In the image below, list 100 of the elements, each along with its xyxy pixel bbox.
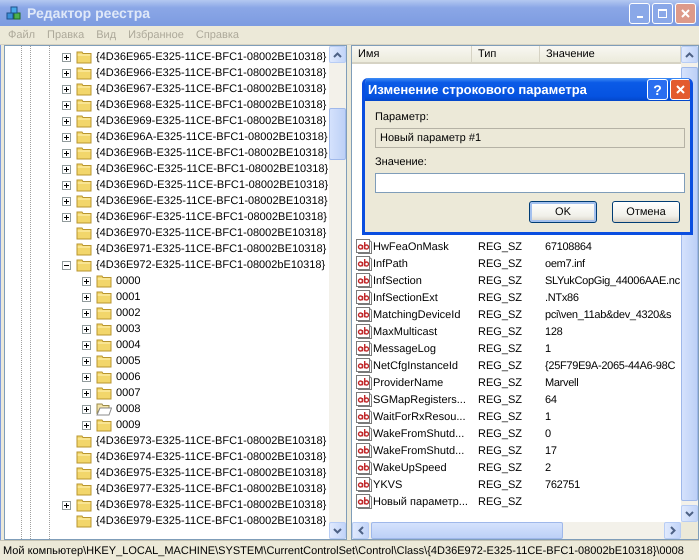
- expander-icon[interactable]: [62, 100, 70, 110]
- help-button[interactable]: ?: [647, 79, 668, 100]
- tree-item[interactable]: {4D36E975-E325-11CE-BFC1-08002BE10318}: [95, 467, 328, 479]
- column-header[interactable]: Имя: [352, 46, 472, 62]
- close-icon: [680, 8, 691, 18]
- tree-item[interactable]: {4D36E972-E325-11CE-BFC1-08002bE10318}: [95, 259, 326, 271]
- expander-icon[interactable]: [62, 196, 70, 206]
- expander-icon[interactable]: [62, 500, 70, 510]
- value-name: WaitForRxResou...: [373, 410, 466, 422]
- tree-item[interactable]: {4D36E978-E325-11CE-BFC1-08002BE10318}: [95, 499, 328, 511]
- string-value-icon: [356, 341, 372, 356]
- tree-item[interactable]: {4D36E979-E325-11CE-BFC1-08002BE10318}: [95, 515, 328, 527]
- tree-item[interactable]: {4D36E96C-E325-11CE-BFC1-08002BE10318}: [95, 163, 329, 175]
- expander-icon[interactable]: [62, 148, 70, 158]
- expander-icon[interactable]: [82, 292, 90, 302]
- tree-item[interactable]: {4D36E967-E325-11CE-BFC1-08002BE10318}: [95, 83, 328, 95]
- name-field[interactable]: Новый параметр #1: [375, 128, 685, 148]
- tree-item[interactable]: {4D36E96B-E325-11CE-BFC1-08002BE10318}: [95, 147, 329, 159]
- value-name: MaxMulticast: [373, 326, 438, 338]
- column-header[interactable]: Тип: [472, 46, 540, 62]
- value-data: 0: [544, 428, 552, 440]
- value-name: WakeUpSpeed: [373, 462, 447, 474]
- value-data: 762751: [544, 478, 581, 490]
- expander-icon[interactable]: [62, 132, 70, 142]
- scroll-up-button[interactable]: [681, 46, 698, 63]
- caret-up-icon: [685, 52, 694, 58]
- scroll-left-button[interactable]: [352, 522, 369, 539]
- expander-icon[interactable]: [62, 260, 70, 270]
- status-path: Мой компьютер\HKEY_LOCAL_MACHINE\SYSTEM\CurrentControlSet\Control\Class\{4D36E972-E325-11CE-BFC1-08002bE10318}\0008: [3, 545, 684, 557]
- value-type: REG_SZ: [477, 326, 524, 338]
- expander-icon[interactable]: [62, 84, 70, 94]
- scrollbar-thumb[interactable]: [371, 522, 563, 539]
- value-type: REG_SZ: [477, 478, 524, 490]
- scroll-up-button[interactable]: [329, 46, 346, 63]
- expander-icon[interactable]: [62, 68, 70, 78]
- cancel-button[interactable]: Отмена: [612, 201, 680, 223]
- expander-icon[interactable]: [82, 340, 90, 350]
- value-data: 64: [544, 394, 558, 406]
- tree-item[interactable]: 0009: [115, 419, 142, 431]
- tree-item[interactable]: {4D36E970-E325-11CE-BFC1-08002BE10318}: [95, 227, 328, 239]
- expander-icon[interactable]: [82, 324, 90, 334]
- value-name: SGMapRegisters...: [373, 394, 466, 406]
- value-type: REG_SZ: [477, 240, 524, 252]
- tree-item[interactable]: 0003: [115, 323, 142, 335]
- expander-icon[interactable]: [82, 356, 90, 366]
- tree-item[interactable]: 0004: [115, 339, 142, 351]
- value-data: 17: [544, 444, 558, 456]
- tree-item[interactable]: {4D36E971-E325-11CE-BFC1-08002BE10318}: [95, 243, 328, 255]
- tree-item[interactable]: {4D36E969-E325-11CE-BFC1-08002BE10318}: [95, 115, 328, 127]
- string-value-icon: [356, 239, 372, 254]
- scroll-down-button[interactable]: [681, 505, 698, 522]
- scroll-down-button[interactable]: [329, 522, 346, 539]
- value-field[interactable]: [375, 173, 685, 193]
- scrollbar-thumb[interactable]: [329, 108, 346, 160]
- expander-icon[interactable]: [62, 212, 70, 222]
- value-data: Marvell: [544, 376, 580, 388]
- expander-icon[interactable]: [62, 116, 70, 126]
- tree-item[interactable]: {4D36E96E-E325-11CE-BFC1-08002BE10318}: [95, 195, 329, 207]
- expander-icon[interactable]: [82, 308, 90, 318]
- tree-item[interactable]: 0006: [115, 371, 142, 383]
- string-value-icon: [356, 256, 372, 271]
- tree-item[interactable]: 0005: [115, 355, 142, 367]
- tree-item[interactable]: 0002: [115, 307, 142, 319]
- tree-item[interactable]: {4D36E965-E325-11CE-BFC1-08002BE10318}: [95, 51, 328, 63]
- expander-icon[interactable]: [82, 388, 90, 398]
- tree-item[interactable]: {4D36E966-E325-11CE-BFC1-08002BE10318}: [95, 67, 328, 79]
- tree-item[interactable]: {4D36E973-E325-11CE-BFC1-08002BE10318}: [95, 435, 328, 447]
- caret-left-icon: [358, 526, 364, 535]
- value-type: REG_SZ: [477, 308, 524, 320]
- dialog-title: Изменение строкового параметра: [368, 82, 588, 97]
- value-data: oem7.inf: [544, 258, 586, 270]
- tree-item[interactable]: {4D36E96D-E325-11CE-BFC1-08002BE10318}: [95, 179, 329, 191]
- tree-item[interactable]: 0001: [115, 291, 142, 303]
- tree-item[interactable]: 0000: [115, 275, 142, 287]
- expander-icon[interactable]: [82, 420, 90, 430]
- tree-item[interactable]: {4D36E96F-E325-11CE-BFC1-08002BE10318}: [95, 211, 328, 223]
- value-name: WakeFromShutd...: [373, 428, 464, 440]
- tree-item[interactable]: {4D36E977-E325-11CE-BFC1-08002BE10318}: [95, 483, 328, 495]
- close-button[interactable]: [670, 79, 690, 100]
- string-value-icon: [356, 392, 372, 407]
- expander-icon[interactable]: [82, 404, 90, 414]
- value-data: 1: [544, 410, 552, 422]
- scroll-right-button[interactable]: [664, 522, 681, 539]
- tree-item[interactable]: {4D36E968-E325-11CE-BFC1-08002BE10318}: [95, 99, 328, 111]
- ok-button[interactable]: OK: [529, 201, 597, 223]
- tree-item[interactable]: 0008: [115, 403, 142, 415]
- expander-icon[interactable]: [62, 180, 70, 190]
- value-data: .NTx86: [544, 292, 580, 304]
- expander-icon[interactable]: [62, 52, 70, 62]
- tree-item[interactable]: {4D36E974-E325-11CE-BFC1-08002BE10318}: [95, 451, 328, 463]
- tree-item[interactable]: {4D36E96A-E325-11CE-BFC1-08002BE10318}: [95, 131, 329, 143]
- tree-item[interactable]: 0007: [115, 387, 142, 399]
- value-name: Новый параметр...: [373, 496, 468, 508]
- expander-icon[interactable]: [82, 372, 90, 382]
- value-name: WakeFromShutd...: [373, 444, 464, 456]
- value-data: SLYukCopGig_44006AAE.nc: [544, 274, 681, 286]
- expander-icon[interactable]: [62, 164, 70, 174]
- value-name: ProviderName: [373, 376, 444, 388]
- expander-icon[interactable]: [82, 276, 90, 286]
- value-type: REG_SZ: [477, 360, 524, 372]
